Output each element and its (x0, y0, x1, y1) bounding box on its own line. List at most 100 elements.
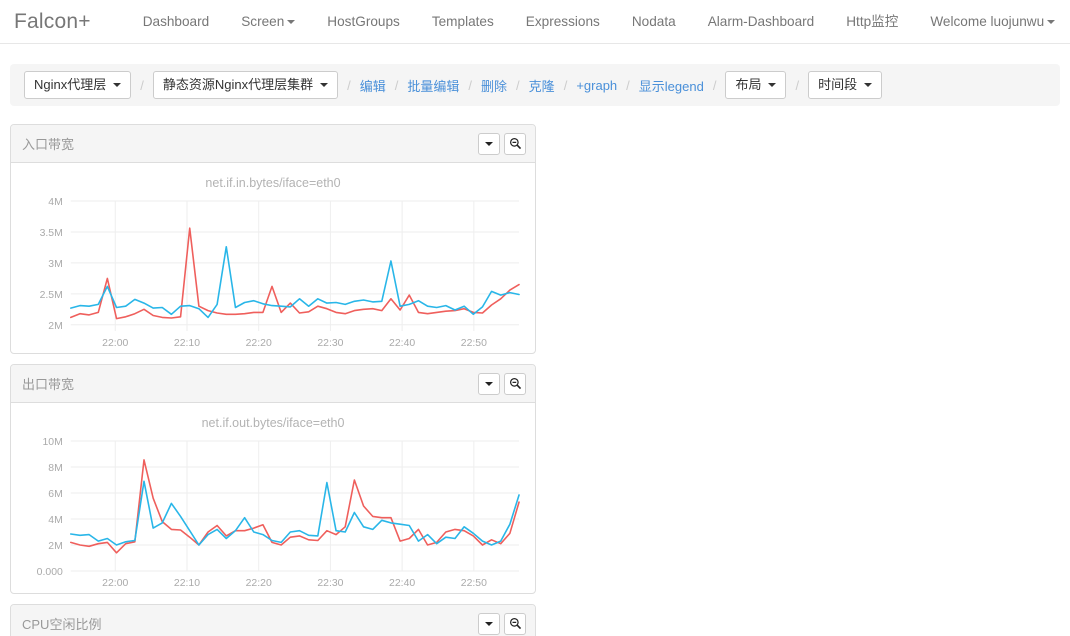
chevron-down-icon (485, 381, 493, 386)
nav-item-label: Alarm-Dashboard (707, 13, 815, 29)
layout-select-label: 布局 (735, 77, 762, 93)
x-axis-tick-label: 22:40 (389, 338, 415, 349)
nav-item-nodata[interactable]: Nodata (616, 0, 692, 44)
x-axis-tick-label: 22:00 (102, 338, 128, 349)
nav-item-templates[interactable]: Templates (416, 0, 510, 44)
chart-area[interactable]: 0.000 2M 4M 6M 8M 10M 22:00 22:10 22:20 22:30 22:4… (17, 433, 529, 593)
chart-metric-title: net.if.in.bytes/iface=eth0 (205, 176, 341, 190)
x-axis-tick-label: 22:00 (102, 578, 128, 589)
x-axis-tick-label: 22:30 (317, 338, 343, 349)
nav-item-screen[interactable]: Screen (225, 0, 311, 44)
nav-item-label: HostGroups (327, 13, 400, 29)
nav-item-label: Screen (241, 13, 285, 29)
panel-zoom-out-button[interactable] (504, 132, 526, 155)
brand-logo[interactable]: Falcon+ (10, 10, 105, 34)
screen-toolbar: Nginx代理层 / 静态资源Nginx代理层集群 / 编辑 / 批量编辑 / 删除 / 克… (10, 64, 1060, 106)
toolbar-separator: / (394, 77, 399, 93)
nav-item-label: Welcome luojunwu (930, 13, 1045, 29)
panel-zoom-out-button[interactable] (504, 612, 526, 635)
zoom-out-icon (509, 618, 521, 630)
nav-item-welcome-luojunwu[interactable]: Welcome luojunwu (914, 0, 1070, 44)
toolbar-separator: / (347, 77, 351, 93)
zoom-out-icon (509, 138, 521, 150)
panel-body: net.if.in.bytes/iface=eth0 2M 2.5M 3M 3.5M 4M… (11, 163, 535, 353)
y-axis-tick-label: 2M (48, 541, 63, 552)
nav-item-label: Nodata (631, 13, 676, 29)
chevron-down-icon (485, 621, 493, 626)
panel-header: 出口带宽 (11, 365, 535, 403)
x-axis-tick-label: 22:40 (389, 578, 415, 589)
top-navbar: Falcon+ Dashboard Screen HostGroups Templat… (0, 0, 1070, 44)
panel-buttons (478, 612, 526, 635)
screen-select-label: Nginx代理层 (34, 77, 107, 93)
panel-buttons (478, 132, 526, 155)
nav-item-http[interactable]: Http监控 (830, 0, 914, 44)
toolbar-separator: / (795, 77, 800, 93)
y-axis-tick-label: 0.000 (37, 567, 63, 578)
toolbar-link-5[interactable]: +graph (576, 78, 617, 93)
nav-items: Dashboard Screen HostGroups Templates Expres… (127, 0, 1070, 44)
panel-body: net.if.out.bytes/iface=eth0 0.000 2M 4M 6M 8M… (11, 403, 535, 593)
screen-select[interactable]: Nginx代理层 (24, 71, 132, 99)
chart-line-series-blue (69, 245, 520, 319)
timerange-select[interactable]: 时间段 (808, 71, 883, 99)
chart-area[interactable]: 2M 2.5M 3M 3.5M 4M 22:00 22:10 22:20 22:30 22:40 2… (17, 193, 529, 353)
toolbar-separator: / (516, 77, 520, 93)
panel-dropdown-button[interactable] (478, 372, 500, 395)
toolbar-separator: / (468, 77, 473, 93)
nav-item-label: Expressions (525, 13, 600, 29)
panel-zoom-out-button[interactable] (504, 372, 526, 395)
nav-item-dashboard[interactable]: Dashboard (127, 0, 226, 44)
y-axis-tick-label: 2M (48, 321, 63, 332)
panel-dropdown-button[interactable] (478, 612, 500, 635)
nav-item-label: Http监控 (846, 13, 899, 29)
toolbar-separator: / (140, 77, 144, 93)
nav-item-label: Dashboard (142, 13, 210, 29)
panel-title: CPU空闲比例 (22, 617, 102, 632)
toolbar-link-1[interactable]: 编辑 (360, 76, 386, 95)
toolbar-links: 编辑 / 批量编辑 / 删除 / 克隆 / +graph / 显示legend / (360, 76, 726, 95)
nav-item-alarm-dashboard[interactable]: Alarm-Dashboard (692, 0, 831, 44)
panel-dropdown-button[interactable] (478, 132, 500, 155)
chevron-down-icon (320, 83, 329, 87)
layout-select[interactable]: 布局 (725, 71, 787, 99)
x-axis-tick-label: 22:10 (174, 338, 200, 349)
chevron-down-icon (287, 19, 296, 24)
x-axis-tick-label: 22:10 (174, 578, 200, 589)
chart-line-series-red (69, 227, 520, 320)
y-axis-tick-label: 3.5M (40, 228, 63, 239)
toolbar-link-4[interactable]: 克隆 (529, 76, 555, 95)
timerange-select-label: 时间段 (818, 77, 858, 93)
toolbar-link-6[interactable]: 显示legend (639, 76, 704, 95)
y-axis-tick-label: 2.5M (40, 290, 63, 301)
x-axis-tick-label: 22:20 (246, 338, 272, 349)
panel-title: 入口带宽 (22, 137, 75, 152)
y-axis-tick-label: 6M (48, 489, 63, 500)
toolbar-separator: / (563, 77, 568, 93)
chevron-down-icon (113, 83, 122, 87)
nav-item-hostgroups[interactable]: HostGroups (311, 0, 416, 44)
toolbar-link-2[interactable]: 批量编辑 (407, 76, 459, 95)
x-axis-tick-label: 22:20 (246, 578, 272, 589)
toolbar-separator: / (626, 77, 630, 93)
group-select[interactable]: 静态资源Nginx代理层集群 (152, 71, 339, 99)
toolbar-separator: / (712, 77, 717, 93)
panel-header: CPU空闲比例 (11, 605, 535, 636)
toolbar-wrapper: Nginx代理层 / 静态资源Nginx代理层集群 / 编辑 / 批量编辑 / 删除 / 克… (0, 44, 1070, 106)
toolbar-link-3[interactable]: 删除 (481, 76, 507, 95)
graph-panel: CPU空闲比例cpu.idle96.00096.50097.00097.5009… (10, 604, 536, 636)
x-axis-tick-label: 22:30 (317, 578, 343, 589)
graph-panel: 出口带宽 net.if.out.bytes/iface=eth0 0.000 2M 4M… (10, 364, 536, 594)
graph-grid: 入口带宽 net.if.in.bytes/iface=eth0 2M 2.5M 3M 3.… (0, 106, 1070, 636)
group-select-label: 静态资源Nginx代理层集群 (162, 77, 314, 93)
chevron-down-icon (1047, 19, 1056, 24)
chart-svg: 0.000 2M 4M 6M 8M 10M 22:00 22:10 22:20 22:30 22:4… (37, 437, 520, 589)
chevron-down-icon (768, 83, 777, 87)
y-axis-tick-label: 8M (48, 463, 63, 474)
x-axis-tick-label: 22:50 (461, 338, 487, 349)
nav-item-expressions[interactable]: Expressions (510, 0, 616, 44)
chevron-down-icon (485, 141, 493, 146)
chart-svg: 2M 2.5M 3M 3.5M 4M 22:00 22:10 22:20 22:30 22:40 2… (40, 197, 520, 349)
chevron-down-icon (864, 83, 873, 87)
zoom-out-icon (509, 378, 521, 390)
